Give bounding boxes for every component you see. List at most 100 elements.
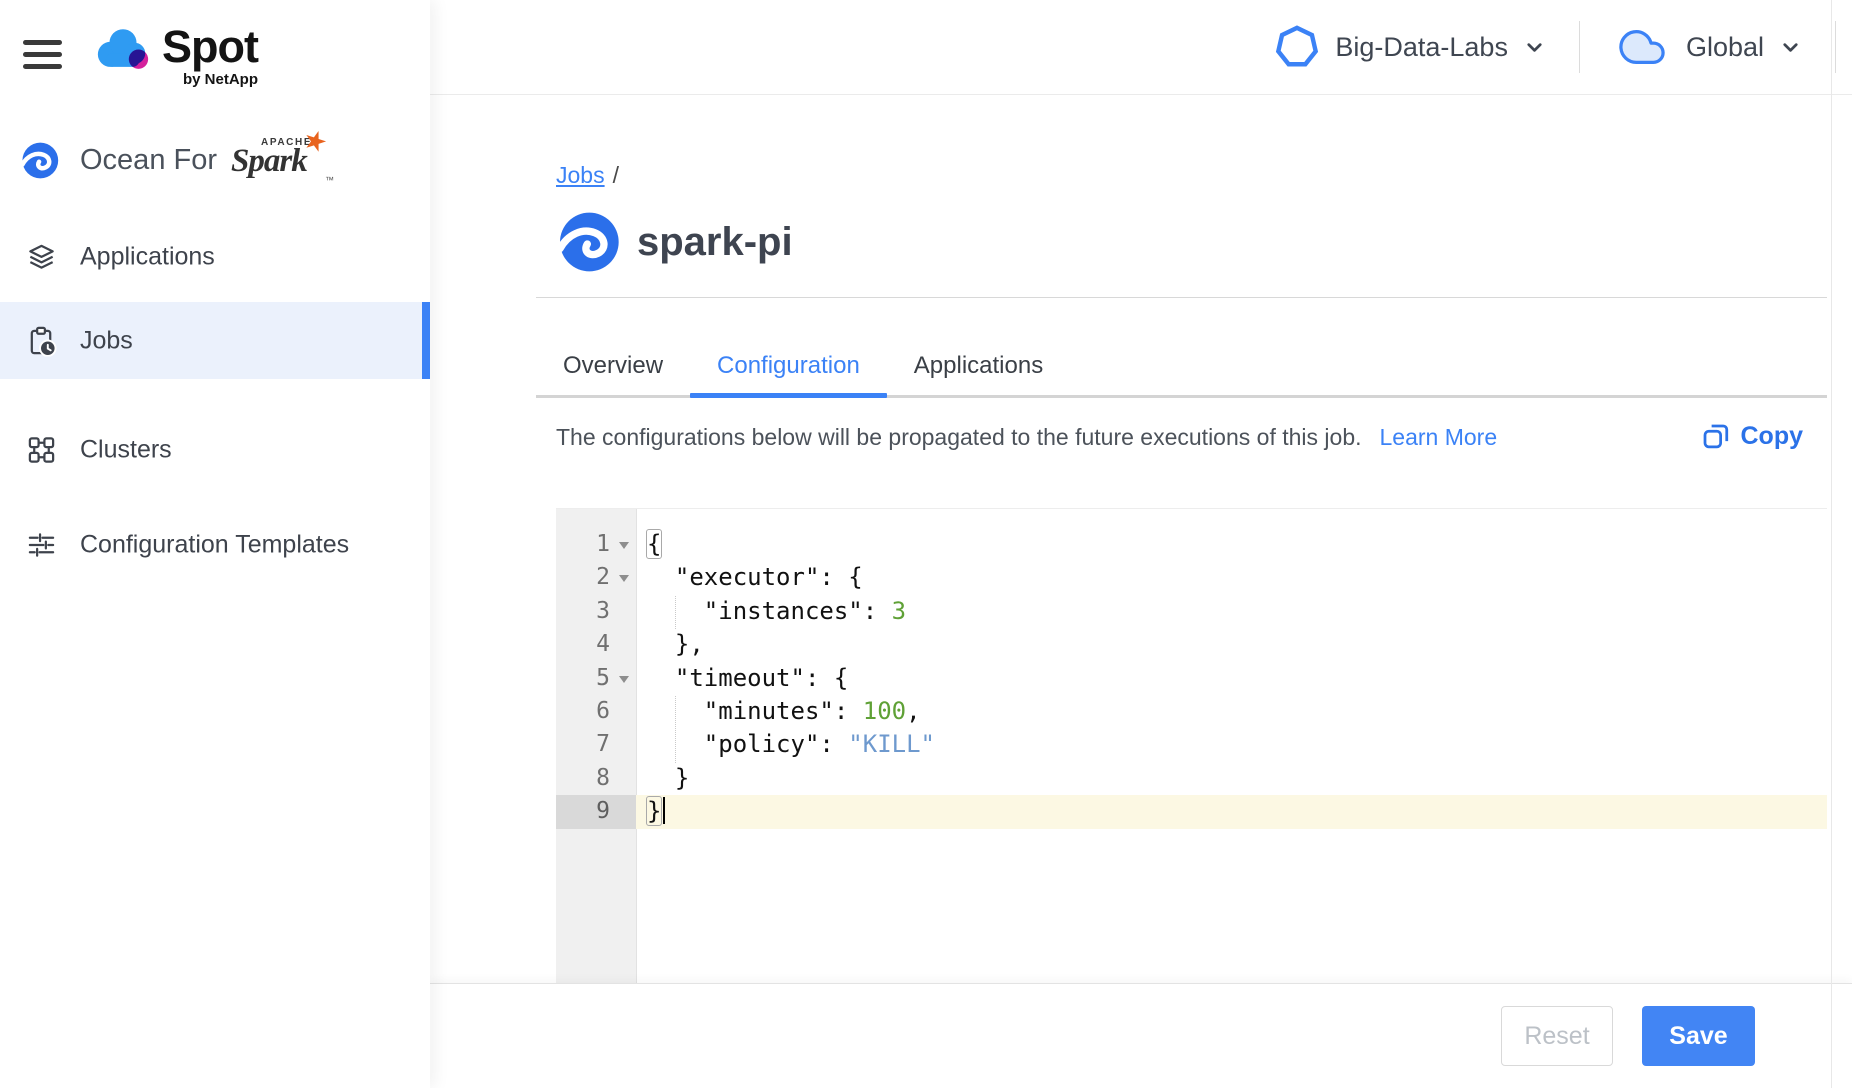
config-description-row: The configurations below will be propaga… — [556, 424, 1827, 451]
sidebar-item-jobs[interactable]: Jobs — [0, 302, 430, 379]
code-token-match: } — [646, 796, 662, 826]
code-line-3[interactable]: 3 "instances": 3 — [556, 595, 1827, 628]
org-selector[interactable]: Big-Data-Labs — [1274, 24, 1546, 70]
code-text[interactable]: } — [636, 762, 1827, 795]
code-token-string: "KILL" — [848, 730, 935, 758]
tab-applications[interactable]: Applications — [887, 336, 1070, 395]
chevron-down-icon — [1523, 36, 1546, 59]
apache-spark-logo: APACHE Spark ★ ™ — [231, 136, 323, 184]
text-cursor — [663, 797, 665, 824]
sidebar: Spot by NetApp Ocean For APACHE Spark ★ … — [0, 0, 430, 1088]
line-number[interactable]: 8 — [556, 762, 636, 795]
config-description: The configurations below will be propaga… — [556, 424, 1362, 450]
code-line-6[interactable]: 6 "minutes": 100, — [556, 695, 1827, 728]
code-token-number: 3 — [892, 597, 906, 625]
tab-bar: Overview Configuration Applications — [536, 336, 1827, 398]
spot-byline: by NetApp — [183, 71, 258, 88]
clipboard-clock-icon — [26, 325, 57, 356]
layers-icon — [26, 241, 57, 272]
spot-logo[interactable]: Spot by NetApp — [94, 26, 258, 88]
ocean-for-spark-brand: Ocean For APACHE Spark ★ ™ — [20, 136, 323, 184]
code-text[interactable]: "executor": { — [636, 561, 1827, 594]
code-token-plain: } — [646, 764, 689, 792]
code-token-number: 100 — [863, 697, 906, 725]
code-text[interactable]: { — [636, 528, 1827, 561]
cloud-icon — [1613, 24, 1671, 70]
org-name: Big-Data-Labs — [1335, 32, 1508, 63]
copy-label: Copy — [1741, 422, 1804, 451]
breadcrumb: Jobs / — [556, 162, 619, 189]
line-number[interactable]: 4 — [556, 628, 636, 661]
editor-lines: 1{2 "executor": {3 "instances": 34 },5 "… — [556, 509, 1827, 984]
line-number[interactable]: 9 — [556, 795, 636, 828]
cluster-nodes-icon — [26, 434, 57, 465]
code-token-plain: , — [906, 697, 920, 725]
code-token-plain: "policy": — [646, 730, 848, 758]
header-divider — [1835, 21, 1836, 73]
code-line-8[interactable]: 8 } — [556, 762, 1827, 795]
code-line-9[interactable]: 9} — [556, 795, 1827, 828]
sliders-icon — [26, 529, 57, 560]
sidebar-item-clusters[interactable]: Clusters — [0, 411, 430, 488]
sidebar-item-applications[interactable]: Applications — [0, 218, 430, 295]
code-line-5[interactable]: 5 "timeout": { — [556, 662, 1827, 695]
copy-icon — [1701, 421, 1741, 451]
code-text[interactable]: } — [636, 795, 1827, 828]
page-title: spark-pi — [637, 220, 793, 265]
config-json-editor[interactable]: 1{2 "executor": {3 "instances": 34 },5 "… — [556, 508, 1827, 984]
tab-configuration[interactable]: Configuration — [690, 336, 887, 395]
scope-selector[interactable]: Global — [1613, 24, 1802, 70]
main-area: Big-Data-Labs Global Jobs / — [430, 0, 1852, 1088]
learn-more-link[interactable]: Learn More — [1380, 424, 1498, 450]
code-text[interactable]: }, — [636, 628, 1827, 661]
org-heptagon-icon — [1274, 24, 1320, 70]
header-divider — [1579, 21, 1580, 73]
spot-wordmark: Spot — [162, 26, 258, 68]
code-text[interactable]: "timeout": { — [636, 662, 1827, 695]
breadcrumb-jobs-link[interactable]: Jobs — [556, 162, 605, 188]
chevron-down-icon — [1779, 36, 1802, 59]
ocean-spark-wave-icon — [556, 210, 620, 274]
code-token-plain: "executor": { — [646, 563, 863, 591]
hamburger-menu-icon[interactable] — [23, 40, 62, 69]
reset-button[interactable]: Reset — [1501, 1006, 1613, 1066]
title-divider — [536, 297, 1827, 298]
code-line-7[interactable]: 7 "policy": "KILL" — [556, 728, 1827, 761]
breadcrumb-separator: / — [613, 162, 619, 188]
fold-arrow-icon[interactable] — [619, 542, 629, 549]
code-token-plain: "minutes": — [646, 697, 863, 725]
spark-wordmark: Spark — [231, 143, 307, 180]
copy-button[interactable]: Copy — [1701, 421, 1804, 451]
line-number[interactable]: 2 — [556, 561, 636, 594]
tab-overview[interactable]: Overview — [536, 336, 690, 395]
spot-cloud-icon — [94, 26, 152, 73]
app: Big-Data-Labs Global Jobs / — [0, 0, 1852, 1088]
line-number[interactable]: 5 — [556, 662, 636, 695]
code-line-1[interactable]: 1{ — [556, 528, 1827, 561]
line-number[interactable]: 3 — [556, 595, 636, 628]
page-scrollbar[interactable] — [1831, 0, 1832, 1088]
save-button[interactable]: Save — [1642, 1006, 1755, 1066]
scope-name: Global — [1686, 32, 1764, 63]
action-footer: Reset Save — [430, 983, 1852, 1088]
code-token-plain: "timeout": { — [646, 664, 848, 692]
code-line-2[interactable]: 2 "executor": { — [556, 561, 1827, 594]
code-token-match: { — [646, 529, 662, 559]
ocean-for-label: Ocean For — [80, 144, 217, 177]
code-token-plain: "instances": — [646, 597, 892, 625]
code-line-4[interactable]: 4 }, — [556, 628, 1827, 661]
code-text[interactable]: "instances": 3 — [636, 595, 1827, 628]
sidebar-item-configuration-templates[interactable]: Configuration Templates — [0, 506, 430, 583]
code-text[interactable]: "policy": "KILL" — [636, 728, 1827, 761]
page-title-row: spark-pi — [556, 210, 793, 274]
code-text[interactable]: "minutes": 100, — [636, 695, 1827, 728]
top-header: Big-Data-Labs Global — [430, 0, 1852, 95]
fold-arrow-icon[interactable] — [619, 575, 629, 582]
spark-trademark: ™ — [325, 175, 334, 185]
ocean-spark-wave-icon — [20, 141, 59, 180]
line-number[interactable]: 6 — [556, 695, 636, 728]
line-number[interactable]: 7 — [556, 728, 636, 761]
line-number[interactable]: 1 — [556, 528, 636, 561]
code-token-plain: }, — [646, 630, 704, 658]
fold-arrow-icon[interactable] — [619, 676, 629, 683]
